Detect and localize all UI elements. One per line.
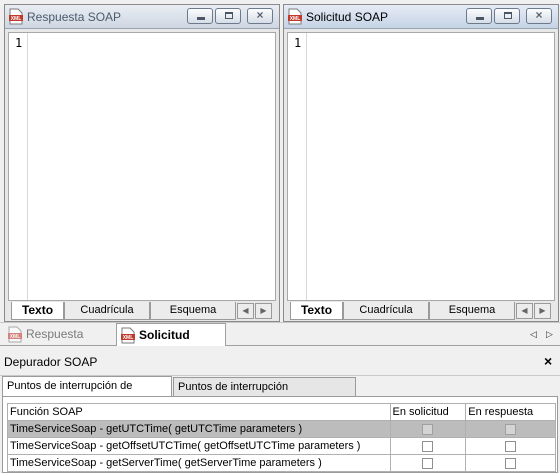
response-window-titlebar[interactable]: XML Respuesta SOAP × (5, 5, 279, 29)
tab-scroll-right-icon[interactable]: ▷ (546, 329, 553, 340)
line-number-gutter: 1 (9, 33, 28, 300)
minimize-icon (476, 17, 484, 20)
table-row[interactable]: TimeServiceSoap - getUTCTime( getUTCTime… (7, 420, 556, 438)
text-editor[interactable]: 1 (8, 32, 276, 301)
scroll-left-icon[interactable]: ◀ (516, 303, 533, 319)
maximize-icon (504, 12, 512, 19)
response-window: XML Respuesta SOAP × 1 Texto Cuadrícula … (4, 4, 280, 322)
svg-text:XML: XML (10, 334, 21, 340)
on-request-cell (389, 454, 467, 472)
view-tabs: Texto Cuadrícula Esquema ◀ ▶ (8, 302, 276, 320)
on-response-checkbox[interactable] (505, 423, 517, 435)
doc-tab-solicitud[interactable]: XML Solicitud SOAP (116, 323, 226, 364)
scroll-right-icon[interactable]: ▶ (534, 303, 551, 319)
close-icon[interactable]: × (544, 353, 552, 369)
soap-debugger-panel: Depurador SOAP × Puntos de interrupción … (0, 346, 560, 473)
tab-texto[interactable]: Texto (11, 302, 64, 320)
xml-file-icon: XML (288, 8, 302, 25)
tab-texto[interactable]: Texto (290, 302, 343, 320)
tab-function-breakpoints[interactable]: Puntos de interrupción de función (2, 376, 172, 410)
on-response-cell (465, 420, 556, 438)
document-tabs: XML Respuesta SOAP XML Solicitud SOAP ◁ … (0, 322, 560, 364)
scroll-left-icon[interactable]: ◀ (237, 303, 254, 319)
debugger-header: Depurador SOAP × (0, 346, 560, 376)
tab-scroll-left-icon[interactable]: ◁ (530, 329, 537, 340)
svg-text:XML: XML (11, 16, 22, 22)
function-cell: TimeServiceSoap - getServerTime( getServ… (7, 454, 391, 472)
breakpoints-table: Función SOAP En solicitud En respuesta T… (7, 403, 556, 472)
maximize-button[interactable] (215, 8, 241, 24)
debugger-title: Depurador SOAP (4, 355, 98, 369)
on-request-cell (389, 420, 467, 438)
on-response-checkbox[interactable] (505, 440, 517, 452)
request-window-titlebar[interactable]: XML Solicitud SOAP × (284, 5, 558, 29)
close-icon: × (256, 8, 264, 22)
on-response-checkbox[interactable] (505, 457, 517, 469)
close-button[interactable]: × (526, 8, 552, 24)
xml-file-icon: XML (9, 8, 23, 25)
text-editor[interactable]: 1 (287, 32, 555, 301)
table-header-row: Función SOAP En solicitud En respuesta (7, 403, 556, 421)
svg-text:XML: XML (290, 16, 301, 22)
minimize-icon (197, 17, 205, 20)
view-tabs: Texto Cuadrícula Esquema ◀ ▶ (287, 302, 555, 320)
maximize-button[interactable] (494, 8, 520, 24)
table-row[interactable]: TimeServiceSoap - getOffsetUTCTime( getO… (7, 437, 556, 455)
breakpoints-panel: Función SOAP En solicitud En respuesta T… (2, 396, 558, 473)
tab-conditional-breakpoints[interactable]: Puntos de interrupción condicionales (173, 377, 356, 411)
on-request-checkbox[interactable] (422, 440, 434, 452)
on-request-cell (389, 437, 467, 455)
column-header-on-request[interactable]: En solicitud (389, 403, 467, 421)
tab-cuadricula[interactable]: Cuadrícula (343, 302, 429, 320)
on-response-cell (465, 454, 556, 472)
minimize-button[interactable] (187, 8, 213, 24)
xml-file-icon: XML (8, 326, 22, 343)
doc-tab-respuesta[interactable]: XML Respuesta SOAP (4, 323, 114, 363)
scroll-right-icon[interactable]: ▶ (255, 303, 272, 319)
function-cell: TimeServiceSoap - getOffsetUTCTime( getO… (7, 437, 391, 455)
request-window: XML Solicitud SOAP × 1 Texto Cuadrícula … (283, 4, 559, 322)
window-title: Respuesta SOAP (27, 10, 122, 24)
window-title: Solicitud SOAP (306, 10, 389, 24)
tab-esquema[interactable]: Esquema (429, 302, 515, 320)
close-button[interactable]: × (247, 8, 273, 24)
svg-text:XML: XML (123, 335, 134, 341)
tab-cuadricula[interactable]: Cuadrícula (64, 302, 150, 320)
on-request-checkbox[interactable] (422, 457, 434, 469)
on-response-cell (465, 437, 556, 455)
close-icon: × (535, 8, 543, 22)
minimize-button[interactable] (466, 8, 492, 24)
column-header-on-response[interactable]: En respuesta (465, 403, 556, 421)
column-header-function[interactable]: Función SOAP (7, 403, 391, 421)
tab-esquema[interactable]: Esquema (150, 302, 236, 320)
on-request-checkbox[interactable] (422, 423, 434, 435)
line-number: 1 (15, 36, 23, 50)
line-number: 1 (294, 36, 302, 50)
maximize-icon (225, 12, 233, 19)
function-cell: TimeServiceSoap - getUTCTime( getUTCTime… (7, 420, 391, 438)
line-number-gutter: 1 (288, 33, 307, 300)
table-row[interactable]: TimeServiceSoap - getServerTime( getServ… (7, 454, 556, 472)
breakpoint-tabs: Puntos de interrupción de función Puntos… (0, 376, 560, 411)
xml-file-icon: XML (121, 327, 135, 344)
